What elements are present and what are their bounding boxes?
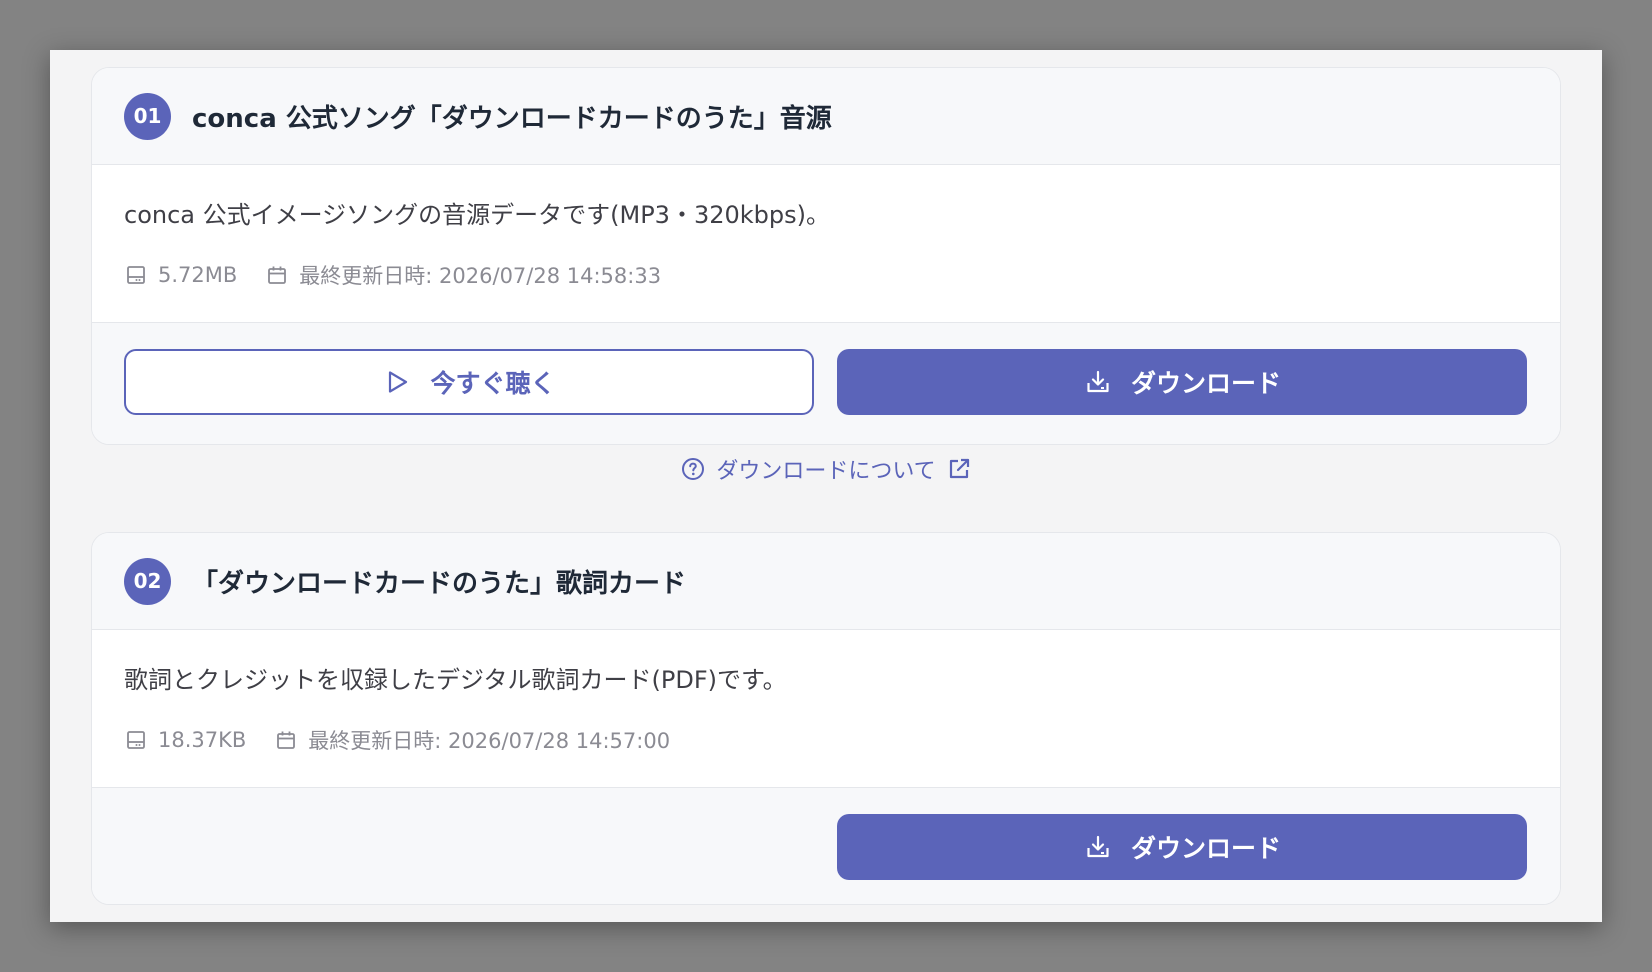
card-header: 02 「ダウンロードカードのうた」歌詞カード bbox=[92, 533, 1560, 630]
calendar-icon bbox=[265, 263, 289, 287]
question-circle-icon bbox=[680, 456, 706, 482]
download-item-card: 01 conca 公式ソング「ダウンロードカードのうた」音源 conca 公式イ… bbox=[91, 67, 1561, 445]
item-meta: 18.37KB 最終更新日時: 2026/07/28 14:57:00 bbox=[124, 725, 1528, 755]
download-page: 01 conca 公式ソング「ダウンロードカードのうた」音源 conca 公式イ… bbox=[50, 50, 1602, 922]
item-description: 歌詞とクレジットを収録したデジタル歌詞カード(PDF)です。 bbox=[124, 666, 787, 694]
last-updated: 最終更新日時: 2026/07/28 14:58:33 bbox=[299, 264, 662, 288]
download-label: ダウンロード bbox=[1130, 834, 1281, 863]
hard-drive-icon bbox=[124, 728, 148, 752]
play-icon bbox=[382, 367, 412, 397]
download-button[interactable]: ダウンロード bbox=[837, 349, 1527, 415]
listen-now-label: 今すぐ聴く bbox=[430, 369, 556, 398]
download-icon bbox=[1083, 367, 1113, 397]
item-number-badge: 01 bbox=[124, 92, 171, 140]
file-size: 18.37KB bbox=[158, 728, 247, 752]
item-meta: 5.72MB 最終更新日時: 2026/07/28 14:58:33 bbox=[124, 260, 1528, 290]
card-body: 歌詞とクレジットを収録したデジタル歌詞カード(PDF)です。 18.37KB 最… bbox=[92, 630, 1560, 788]
card-footer: 今すぐ聴く ダウンロード bbox=[92, 323, 1560, 444]
about-download-link[interactable]: ダウンロードについて bbox=[50, 453, 1602, 485]
item-title: 「ダウンロードカードのうた」歌詞カード bbox=[192, 568, 687, 599]
card-body: conca 公式イメージソングの音源データです(MP3・320kbps)。 5.… bbox=[92, 165, 1560, 323]
last-updated: 最終更新日時: 2026/07/28 14:57:00 bbox=[308, 729, 671, 753]
calendar-icon bbox=[274, 728, 298, 752]
hard-drive-icon bbox=[124, 263, 148, 287]
card-footer: ダウンロード bbox=[92, 788, 1560, 904]
card-header: 01 conca 公式ソング「ダウンロードカードのうた」音源 bbox=[92, 68, 1560, 165]
download-label: ダウンロード bbox=[1130, 369, 1281, 398]
item-description: conca 公式イメージソングの音源データです(MP3・320kbps)。 bbox=[124, 201, 830, 229]
item-number-badge: 02 bbox=[124, 557, 171, 605]
item-title: conca 公式ソング「ダウンロードカードのうた」音源 bbox=[192, 103, 832, 134]
download-icon bbox=[1083, 832, 1113, 862]
external-link-icon bbox=[946, 456, 972, 482]
file-size: 5.72MB bbox=[158, 263, 238, 287]
listen-now-button[interactable]: 今すぐ聴く bbox=[124, 349, 814, 415]
download-button[interactable]: ダウンロード bbox=[837, 814, 1527, 880]
about-download-label: ダウンロードについて bbox=[716, 459, 936, 484]
download-item-card: 02 「ダウンロードカードのうた」歌詞カード 歌詞とクレジットを収録したデジタル… bbox=[91, 532, 1561, 905]
